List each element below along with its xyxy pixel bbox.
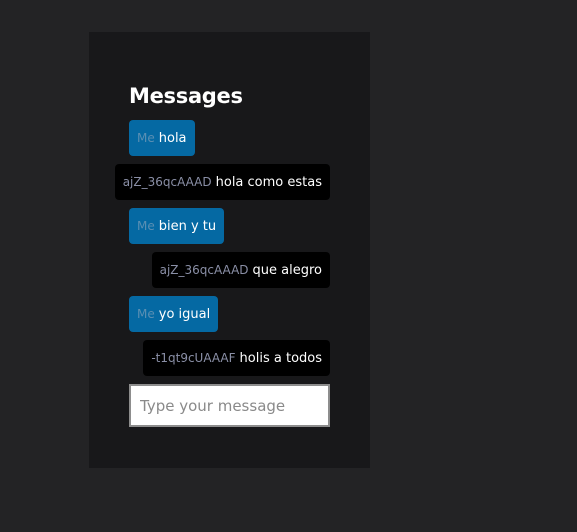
message-text: que alegro <box>252 262 322 278</box>
chat-panel: Messages Me hola ajZ_36qcAAAD hola como … <box>89 32 370 468</box>
message-text: hola como estas <box>215 174 322 190</box>
message-bubble: ajZ_36qcAAAD hola como estas <box>114 164 330 200</box>
message-sender: Me <box>137 307 155 321</box>
message-sender: Me <box>137 219 155 233</box>
message-input[interactable] <box>129 384 330 427</box>
message-text: holis a todos <box>239 350 322 366</box>
message-text: yo igual <box>158 306 211 322</box>
message-bubble: ajZ_36qcAAAD que alegro <box>151 252 330 288</box>
message-sender: -t1qt9cUAAAF <box>151 351 236 365</box>
message-sender: ajZ_36qcAAAD <box>159 263 249 277</box>
message-text: bien y tu <box>158 218 217 234</box>
message-sender: Me <box>137 131 155 145</box>
message-bubble: Me hola <box>129 120 195 156</box>
message-bubble: Me bien y tu <box>129 208 225 244</box>
chat-title: Messages <box>129 84 243 108</box>
message-bubble: -t1qt9cUAAAF holis a todos <box>143 340 330 376</box>
message-text: hola <box>158 130 187 146</box>
message-bubble: Me yo igual <box>129 296 219 332</box>
message-sender: ajZ_36qcAAAD <box>122 175 212 189</box>
